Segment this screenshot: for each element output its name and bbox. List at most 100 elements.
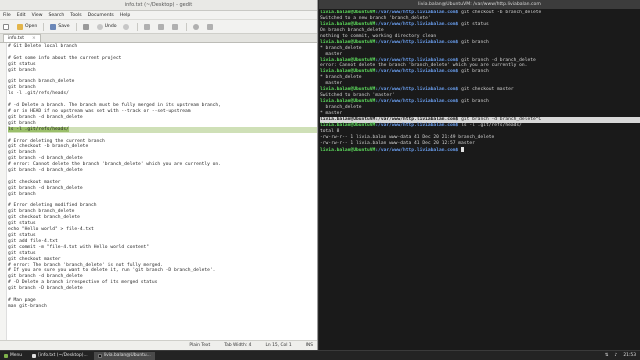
toolbar-separator [43, 22, 45, 31]
folder-icon [17, 23, 23, 30]
menu-tools[interactable]: Tools [70, 13, 81, 18]
clock[interactable]: 21:53 [623, 353, 636, 358]
menu-search[interactable]: Search [49, 13, 65, 18]
prompt-user: livia.balan@UbuntuVM [320, 10, 376, 15]
undo-button[interactable]: Undo [96, 23, 117, 30]
paste-icon [171, 23, 178, 30]
undo-icon [96, 23, 103, 30]
prompt-path: :/var/www/http.liviabalan.com$ [375, 87, 459, 93]
menu-file[interactable]: File [3, 13, 11, 18]
replace-button[interactable] [206, 23, 215, 30]
terminal-window: livia.balan@UbuntuVM: /var/www/http.livi… [319, 0, 640, 350]
prompt-path: :/var/www/http.liviabalan.com$ [375, 99, 459, 105]
text-editor[interactable]: # Git Delete local branch # Get some info… [0, 43, 317, 340]
command-text: git branch -d branch_delete [458, 57, 536, 63]
gedit-statusbar: Plain Text Tab Width: 4 Ln 15, Col 1 INS [0, 340, 317, 350]
selected-text: ls -l .git/refs/heads/ [8, 126, 69, 132]
replace-icon [206, 23, 213, 30]
redo-icon [122, 23, 129, 30]
prompt-user: livia.balan@UbuntuVM [320, 116, 376, 122]
terminal-output[interactable]: livia.balan@UbuntuVM:/var/www/http.livia… [320, 10, 640, 153]
start-menu-button[interactable]: Menu [0, 352, 26, 360]
prompt-path: :/var/www/http.liviabalan.com$ [375, 21, 459, 27]
command-text: git status [458, 21, 489, 27]
print-button[interactable] [82, 23, 91, 30]
prompt-user: livia.balan@UbuntuVM [320, 122, 376, 128]
editor-lines: # Git Delete local branch # Get some info… [8, 44, 317, 310]
tab-label: info.txt [8, 36, 24, 41]
command-text: ls -l .git/refs/heads/ [458, 122, 522, 128]
network-icon[interactable]: ⇅ [605, 353, 609, 358]
desktop: info.txt (~/Desktop) - gedit File Edit V… [0, 0, 640, 360]
tab-info-txt[interactable]: info.txt × [3, 34, 41, 42]
scissors-icon [143, 23, 150, 30]
taskbar: Menu [info.txt (~/Desktop)... livia.bala… [0, 350, 640, 360]
toolbar-separator [136, 22, 138, 31]
command-text: git branch [458, 69, 489, 75]
command-text: git branch -d branch_delete^C [458, 116, 542, 122]
editor-line[interactable]: man git-branch [8, 304, 317, 310]
open-label: Open [25, 24, 38, 29]
close-icon[interactable]: × [32, 35, 36, 42]
copy-icon [157, 23, 164, 30]
prompt-user: livia.balan@UbuntuVM [320, 57, 376, 63]
prompt-user: livia.balan@UbuntuVM [320, 39, 376, 45]
prompt-path: :/var/www/http.liviabalan.com$ [375, 147, 459, 153]
open-button[interactable]: Open [17, 23, 38, 30]
volume-icon[interactable]: ♪ [615, 353, 618, 358]
prompt-user: livia.balan@UbuntuVM [320, 87, 376, 93]
menu-view[interactable]: View [32, 13, 43, 18]
command-text: git branch [458, 39, 489, 45]
prompt-user: livia.balan@UbuntuVM [320, 69, 376, 75]
command-text: git checkout -b branch_delete [458, 10, 542, 15]
prompt-path: :/var/www/http.liviabalan.com$ [375, 57, 459, 63]
gedit-tab-bar: info.txt × [0, 34, 317, 43]
syntax-mode-selector[interactable]: Plain Text [189, 343, 210, 348]
text-editor-icon [32, 353, 37, 358]
cut-button[interactable] [143, 23, 152, 30]
menu-edit[interactable]: Edit [17, 13, 26, 18]
terminal-cursor [461, 146, 465, 152]
terminal-title: livia.balan@UbuntuVM: /var/www/http.livi… [418, 2, 541, 7]
prompt-path: :/var/www/http.liviabalan.com$ [375, 116, 459, 122]
insert-mode: INS [305, 343, 313, 348]
start-menu-label: Menu [10, 352, 23, 358]
menu-icon [4, 353, 8, 358]
prompt-path: :/var/www/http.liviabalan.com$ [375, 10, 459, 15]
save-icon [50, 23, 57, 30]
tab-width-selector[interactable]: Tab Width: 4 [224, 343, 251, 348]
prompt-path: :/var/www/http.liviabalan.com$ [375, 122, 459, 128]
taskbar-item-label: livia.balan@Ubuntu... [103, 352, 151, 358]
toolbar-separator [75, 22, 77, 31]
command-text: git checkout master [458, 87, 514, 93]
prompt-path: :/var/www/http.liviabalan.com$ [375, 69, 459, 75]
paste-button[interactable] [171, 23, 180, 30]
prompt-path: :/var/www/http.liviabalan.com$ [375, 39, 459, 45]
menu-help[interactable]: Help [120, 13, 130, 18]
gedit-toolbar: Open Save Undo [0, 20, 317, 34]
taskbar-item-label: [info.txt (~/Desktop)... [38, 352, 88, 358]
gedit-window: info.txt (~/Desktop) - gedit File Edit V… [0, 0, 318, 350]
find-button[interactable] [192, 23, 201, 30]
command-text: git branch [458, 99, 489, 105]
gedit-menubar: File Edit View Search Tools Documents He… [0, 11, 317, 20]
save-button[interactable]: Save [50, 23, 70, 30]
copy-button[interactable] [157, 23, 166, 30]
gedit-titlebar[interactable]: info.txt (~/Desktop) - gedit [0, 0, 317, 11]
redo-button[interactable] [122, 23, 131, 30]
toolbar-separator [185, 22, 187, 31]
prompt-user: livia.balan@UbuntuVM [320, 21, 376, 27]
save-label: Save [58, 24, 70, 29]
taskbar-item-gedit[interactable]: [info.txt (~/Desktop)... [28, 352, 92, 360]
terminal-titlebar[interactable]: livia.balan@UbuntuVM: /var/www/http.livi… [319, 0, 640, 9]
search-icon [192, 23, 199, 30]
cursor-position: Ln 15, Col 1 [265, 343, 292, 348]
new-document-icon [3, 23, 9, 30]
terminal-command-line: livia.balan@UbuntuVM:/var/www/http.livia… [320, 146, 640, 153]
gedit-title: info.txt (~/Desktop) - gedit [124, 2, 193, 8]
menu-documents[interactable]: Documents [88, 13, 114, 18]
taskbar-item-terminal[interactable]: livia.balan@Ubuntu... [93, 351, 155, 360]
print-icon [82, 23, 89, 30]
prompt-user: livia.balan@UbuntuVM [320, 147, 376, 153]
new-document-button[interactable] [3, 23, 11, 30]
